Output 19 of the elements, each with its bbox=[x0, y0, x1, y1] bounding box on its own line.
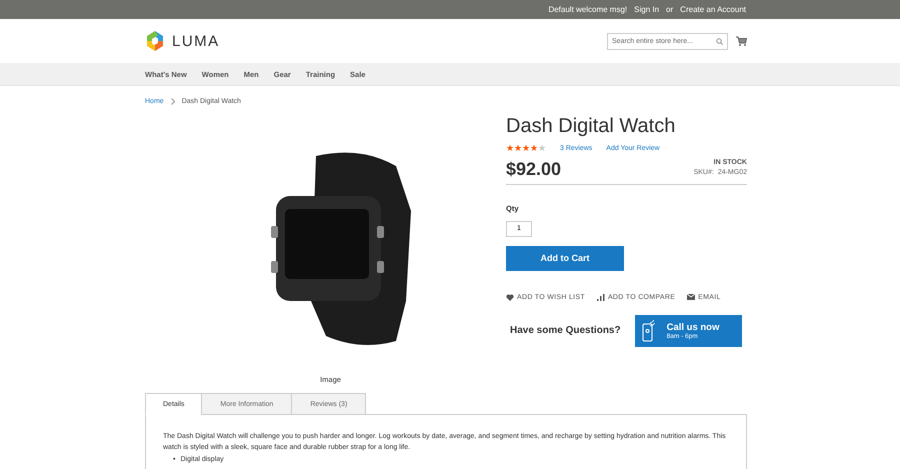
phone-icon bbox=[642, 320, 655, 342]
or-text: or bbox=[666, 5, 674, 14]
call-title: Call us now bbox=[666, 322, 720, 332]
product-title: Dash Digital Watch bbox=[506, 115, 676, 138]
chevron-icon bbox=[170, 98, 175, 105]
welcome-message: Default welcome msg! bbox=[548, 5, 628, 14]
create-account-link[interactable]: Create an Account bbox=[680, 5, 746, 14]
logo-icon[interactable] bbox=[145, 30, 165, 52]
bar-chart-icon bbox=[596, 294, 605, 300]
search-icon[interactable] bbox=[716, 38, 723, 44]
add-to-cart-button[interactable]: Add to Cart bbox=[506, 246, 624, 270]
heart-icon bbox=[506, 294, 514, 300]
cart-icon[interactable] bbox=[736, 36, 747, 46]
sign-in-link[interactable]: Sign In bbox=[634, 5, 660, 14]
envelope-icon bbox=[687, 294, 696, 300]
star-rating: ★★★★★ bbox=[506, 143, 546, 153]
price: $92.00 bbox=[506, 159, 562, 180]
questions-heading: Have some Questions? bbox=[510, 325, 621, 336]
logo-text[interactable]: LUMA bbox=[172, 32, 220, 50]
